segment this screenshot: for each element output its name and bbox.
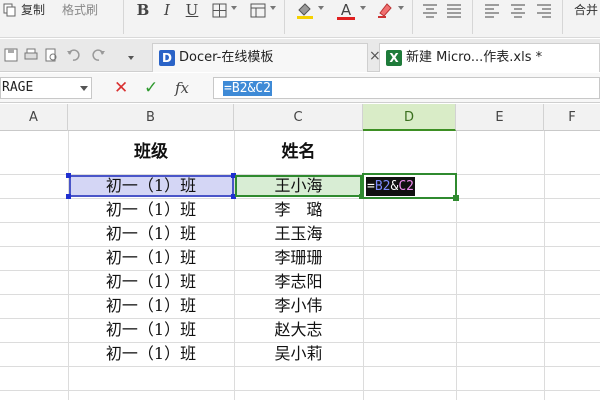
cell-class[interactable]: 初一（1）班: [68, 175, 234, 197]
cancel-icon[interactable]: ✕: [114, 78, 128, 98]
italic-button[interactable]: I: [157, 0, 177, 22]
toolbar-divider: [412, 0, 413, 34]
toolbar-divider: [472, 0, 473, 34]
quick-access-dropdown-icon[interactable]: [128, 56, 134, 60]
borders-icon[interactable]: [212, 3, 227, 18]
redo-icon[interactable]: [92, 48, 106, 62]
cell-name[interactable]: 王小海: [234, 175, 363, 197]
ribbon-toolbar: 复制 格式刷 B I U A 合并: [0, 0, 600, 38]
header-name[interactable]: 姓名: [234, 141, 363, 163]
column-header-d[interactable]: D: [363, 104, 456, 131]
cell-name[interactable]: 李 璐: [234, 199, 363, 221]
copy-icon[interactable]: [3, 3, 17, 17]
column-header-a[interactable]: A: [0, 104, 68, 131]
sheet-grid[interactable]: 班级 姓名 初一（1）班 王小海 初一（1）班 李 璐 初一（1）班 王玉海 初…: [0, 131, 600, 400]
formula-ref-c2: C2: [398, 179, 414, 194]
tab-docer-templates[interactable]: D Docer-在线模板: [152, 43, 368, 72]
clear-format-icon[interactable]: [376, 1, 394, 19]
format-painter-button[interactable]: 格式刷: [62, 0, 98, 22]
formula-ref-b2: B2: [374, 179, 391, 194]
merge-button[interactable]: 合并: [574, 0, 598, 22]
save-icon[interactable]: [4, 48, 18, 62]
cell-class[interactable]: 初一（1）班: [68, 247, 234, 269]
align-left-icon[interactable]: [484, 3, 500, 18]
name-box-dropdown-icon[interactable]: [80, 86, 88, 91]
tab-label: 新建 Micro...作表.xls *: [406, 50, 543, 65]
cell-class[interactable]: 初一（1）班: [68, 271, 234, 293]
align-top-icon[interactable]: [422, 3, 438, 18]
formula-equals: =: [367, 179, 375, 194]
name-box[interactable]: RAGE: [0, 77, 92, 99]
column-headers: A B C D E F: [0, 104, 600, 131]
print-icon[interactable]: [24, 48, 38, 62]
bold-button[interactable]: B: [133, 0, 153, 22]
cell-editor-formula: =B2&C2: [366, 177, 415, 196]
formula-input[interactable]: =B2&C2: [213, 77, 600, 99]
docer-logo-icon: D: [159, 50, 175, 66]
align-middle-icon[interactable]: [446, 3, 462, 18]
toolbar-divider: [123, 0, 124, 34]
header-class[interactable]: 班级: [68, 141, 234, 163]
clear-format-dropdown-icon[interactable]: [398, 6, 404, 10]
cell-class[interactable]: 初一（1）班: [68, 223, 234, 245]
cell-class[interactable]: 初一（1）班: [68, 319, 234, 341]
document-tab-bar: D Docer-在线模板 × X 新建 Micro...作表.xls *: [0, 39, 600, 72]
cell-name[interactable]: 赵大志: [234, 319, 363, 341]
grid-line: [456, 131, 457, 400]
cell-class[interactable]: 初一（1）班: [68, 343, 234, 365]
cell-name[interactable]: 吴小莉: [234, 343, 363, 365]
column-header-c[interactable]: C: [234, 104, 363, 131]
print-preview-icon[interactable]: [44, 48, 58, 62]
cell-class[interactable]: 初一（1）班: [68, 199, 234, 221]
undo-icon[interactable]: [66, 48, 80, 62]
fill-color-dropdown-icon[interactable]: [318, 6, 324, 10]
align-right-icon[interactable]: [536, 3, 552, 18]
cell-name[interactable]: 李小伟: [234, 295, 363, 317]
column-header-e[interactable]: E: [456, 104, 544, 131]
tab-label: Docer-在线模板: [179, 50, 274, 65]
font-color-dropdown-icon[interactable]: [360, 6, 366, 10]
toolbar-divider: [562, 0, 563, 34]
insert-function-icon[interactable]: fx: [175, 78, 189, 98]
grid-line: [363, 131, 364, 400]
fill-color-icon[interactable]: [296, 1, 314, 19]
cell-class[interactable]: 初一（1）班: [68, 295, 234, 317]
cell-style-dropdown-icon[interactable]: [270, 6, 276, 10]
cell-name[interactable]: 李志阳: [234, 271, 363, 293]
grid-line: [544, 131, 545, 400]
cell-name[interactable]: 李珊珊: [234, 247, 363, 269]
fill-handle[interactable]: [453, 195, 459, 201]
confirm-icon[interactable]: ✓: [144, 78, 158, 98]
formula-bar: RAGE ✕ ✓ fx =B2&C2: [0, 73, 600, 103]
underline-button[interactable]: U: [182, 0, 202, 22]
column-header-f[interactable]: F: [544, 104, 600, 131]
borders-dropdown-icon[interactable]: [231, 6, 237, 10]
column-header-b[interactable]: B: [68, 104, 234, 131]
align-center-icon[interactable]: [510, 3, 526, 18]
active-cell-d2[interactable]: =B2&C2: [362, 173, 457, 199]
cell-name[interactable]: 王玉海: [234, 223, 363, 245]
formula-text: =B2&C2: [223, 81, 272, 96]
grid-line: [0, 390, 600, 391]
font-color-swatch: [337, 17, 355, 20]
toolbar-divider: [284, 0, 285, 34]
tab-spreadsheet[interactable]: X 新建 Micro...作表.xls *: [379, 43, 600, 72]
copy-button[interactable]: 复制: [21, 0, 45, 22]
excel-logo-icon: X: [386, 50, 402, 66]
cell-style-icon[interactable]: [250, 3, 266, 18]
grid-line: [0, 366, 600, 367]
